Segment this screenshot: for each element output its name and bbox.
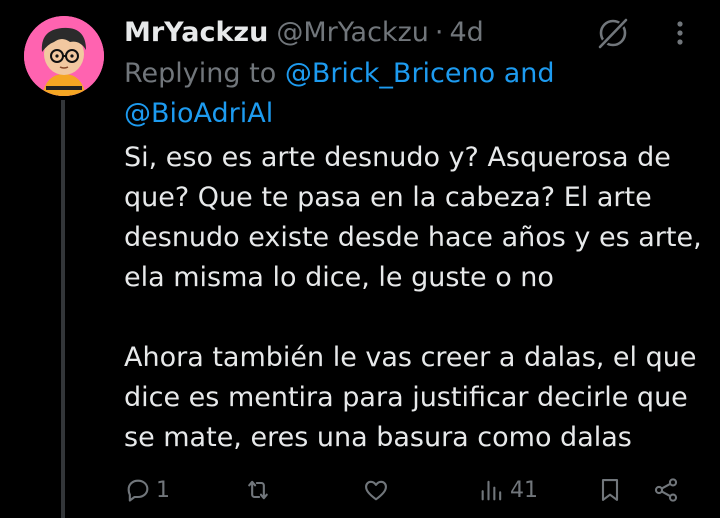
reply-conjunction: and bbox=[503, 58, 555, 89]
tweet-header: MrYackzu @MrYackzu · 4d bbox=[124, 12, 484, 52]
avatar[interactable] bbox=[24, 16, 104, 96]
user-handle[interactable]: @MrYackzu bbox=[276, 17, 428, 48]
tweet-paragraph: Si, eso es arte desnudo y? Asquerosa de … bbox=[124, 142, 702, 293]
reply-count: 1 bbox=[156, 477, 170, 503]
like-button[interactable] bbox=[362, 470, 390, 510]
cartoon-avatar-icon bbox=[24, 16, 104, 96]
reply-bubble-icon bbox=[127, 479, 149, 502]
timestamp[interactable]: 4d bbox=[449, 17, 483, 48]
display-name[interactable]: MrYackzu bbox=[124, 17, 268, 48]
bookmark-button[interactable] bbox=[596, 470, 624, 510]
views-count: 41 bbox=[510, 477, 538, 503]
heart-icon bbox=[365, 480, 387, 501]
thread-line bbox=[61, 100, 65, 518]
retweet-button[interactable] bbox=[244, 470, 272, 510]
action-bar: 1 41 bbox=[124, 470, 694, 510]
separator-dot: · bbox=[434, 16, 444, 48]
views-bars-icon bbox=[481, 480, 502, 501]
retweet-icon bbox=[248, 480, 268, 500]
more-vertical-icon[interactable] bbox=[666, 16, 694, 48]
reply-mention-link[interactable]: @BioAdriAl bbox=[124, 98, 273, 129]
replying-prefix: Replying to bbox=[124, 58, 277, 89]
share-icon bbox=[654, 478, 678, 502]
tweet-paragraph: Ahora también le vas creer a dalas, el q… bbox=[124, 342, 697, 453]
reply-button[interactable]: 1 bbox=[124, 470, 170, 510]
tweet-text: Si, eso es arte desnudo y? Asquerosa de … bbox=[124, 138, 704, 458]
share-button[interactable] bbox=[652, 470, 680, 510]
bookmark-icon bbox=[601, 479, 619, 501]
reply-mention-link[interactable]: @Brick_Briceno bbox=[285, 58, 495, 89]
views-button[interactable]: 41 bbox=[478, 470, 538, 510]
grok-icon[interactable] bbox=[594, 14, 632, 52]
replying-to: Replying to @Brick_Briceno and @BioAdriA… bbox=[124, 54, 684, 134]
